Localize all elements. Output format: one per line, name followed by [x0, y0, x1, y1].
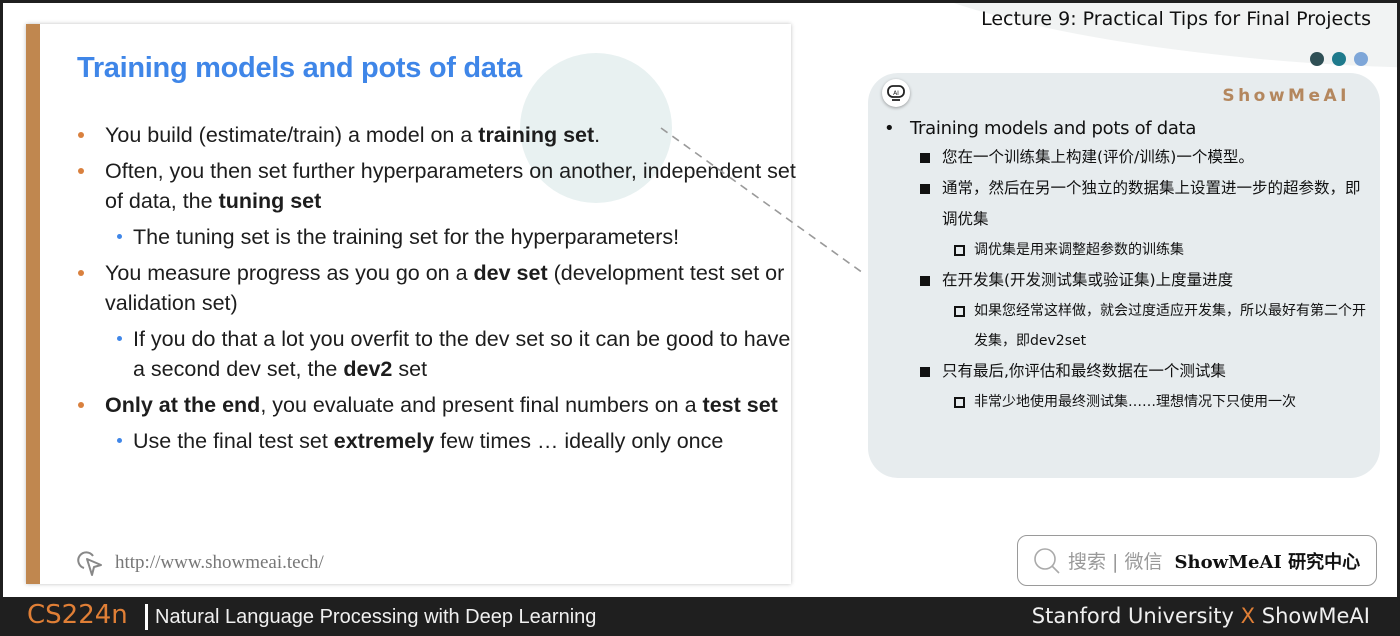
bullet-text: If you do that a lot you overfit to the … — [133, 327, 791, 381]
divider — [145, 604, 148, 630]
course-name: Natural Language Processing with Deep Le… — [155, 606, 597, 628]
bullet-text: , you evaluate and present final numbers… — [260, 393, 703, 417]
slide-footer: http://www.showmeai.tech/ — [75, 548, 324, 578]
bold-term: dev set — [473, 261, 548, 285]
partner-credit: Stanford University X ShowMeAI — [1032, 604, 1370, 628]
lecture-title: Lecture 9: Practical Tips for Final Proj… — [981, 8, 1371, 30]
translation-list: Training models and pots of data您在一个训练集上… — [882, 115, 1372, 417]
bold-term: test set — [702, 393, 778, 417]
cursor-click-icon — [77, 551, 102, 576]
translation-item-level-2: 只有最后,你评估和最终数据在一个测试集 — [882, 356, 1372, 387]
bullet-item: Often, you then set further hyperparamet… — [78, 156, 798, 216]
bullet-text: few times … ideally only once — [434, 429, 724, 453]
bullet-item: You measure progress as you go on a dev … — [78, 258, 798, 318]
dot-dark — [1310, 52, 1324, 66]
page: Training models and pots of data You bui… — [3, 3, 1397, 597]
bullet-item: You build (estimate/train) a model on a … — [78, 120, 798, 150]
bold-term: Only at the end — [105, 393, 261, 417]
website-link[interactable]: http://www.showmeai.tech/ — [115, 552, 324, 574]
bullet-text: set — [392, 357, 428, 381]
bullet-text: You build (estimate/train) a model on a — [105, 123, 479, 147]
bullet-text: Use the final test set — [133, 429, 334, 453]
bullet-item: Only at the end, you evaluate and presen… — [78, 390, 798, 420]
translation-item-level-2: 通常，然后在另一个独立的数据集上设置进一步的超参数，即调优集 — [882, 173, 1372, 235]
sub-bullet-item: If you do that a lot you overfit to the … — [78, 324, 798, 384]
translation-item-level-3: 调优集是用来调整超参数的训练集 — [882, 235, 1372, 265]
search-hint: 搜索 | 微信 — [1068, 551, 1163, 573]
slide-bullet-list: You build (estimate/train) a model on a … — [78, 120, 798, 462]
search-icon — [1034, 547, 1060, 574]
dot-light-blue — [1354, 52, 1368, 66]
bold-term: extremely — [333, 429, 435, 453]
translation-item-level-2: 在开发集(开发测试集或验证集)上度量进度 — [882, 265, 1372, 296]
bullet-text: . — [594, 123, 601, 147]
bullet-text: The tuning set is the training set for t… — [133, 225, 680, 249]
bottom-bar: CS224n Natural Language Processing with … — [0, 598, 1400, 636]
partner-x: X — [1240, 604, 1256, 628]
bold-term: training set — [478, 123, 595, 147]
dot-teal — [1332, 52, 1346, 66]
decorative-dots — [1310, 52, 1368, 66]
slide-title: Training models and pots of data — [77, 52, 522, 84]
course-code: CS224n — [27, 600, 128, 630]
bullet-text: You measure progress as you go on a — [105, 261, 474, 285]
bullet-text: Often, you then set further hyperparamet… — [105, 159, 796, 213]
search-brand: ShowMeAI 研究中心 — [1174, 551, 1361, 573]
svg-text:AI: AI — [893, 90, 899, 97]
bold-term: dev2 — [343, 357, 393, 381]
translation-panel: AI ShowMeAI Training models and pots of … — [868, 73, 1380, 478]
slide: Training models and pots of data You bui… — [26, 24, 796, 584]
sub-bullet-item: Use the final test set extremely few tim… — [78, 426, 798, 456]
translation-item-level-3: 如果您经常这样做，就会过度适应开发集，所以最好有第二个开发集，即dev2set — [882, 296, 1372, 356]
translation-item-level-2: 您在一个训练集上构建(评价/训练)一个模型。 — [882, 142, 1372, 173]
showmeai-brand: ShowMeAI — [1222, 86, 1350, 106]
bold-term: tuning set — [218, 189, 322, 213]
robot-ai-icon: AI — [882, 79, 910, 107]
wechat-search-box[interactable]: 搜索 | 微信 ShowMeAI 研究中心 — [1017, 535, 1377, 586]
partner-stanford: Stanford University — [1031, 604, 1234, 628]
sub-bullet-item: The tuning set is the training set for t… — [78, 222, 798, 252]
partner-showmeai: ShowMeAI — [1261, 604, 1370, 628]
translation-item-level-1: Training models and pots of data — [882, 115, 1372, 142]
translation-item-level-3: 非常少地使用最终测试集……理想情况下只使用一次 — [882, 387, 1372, 417]
